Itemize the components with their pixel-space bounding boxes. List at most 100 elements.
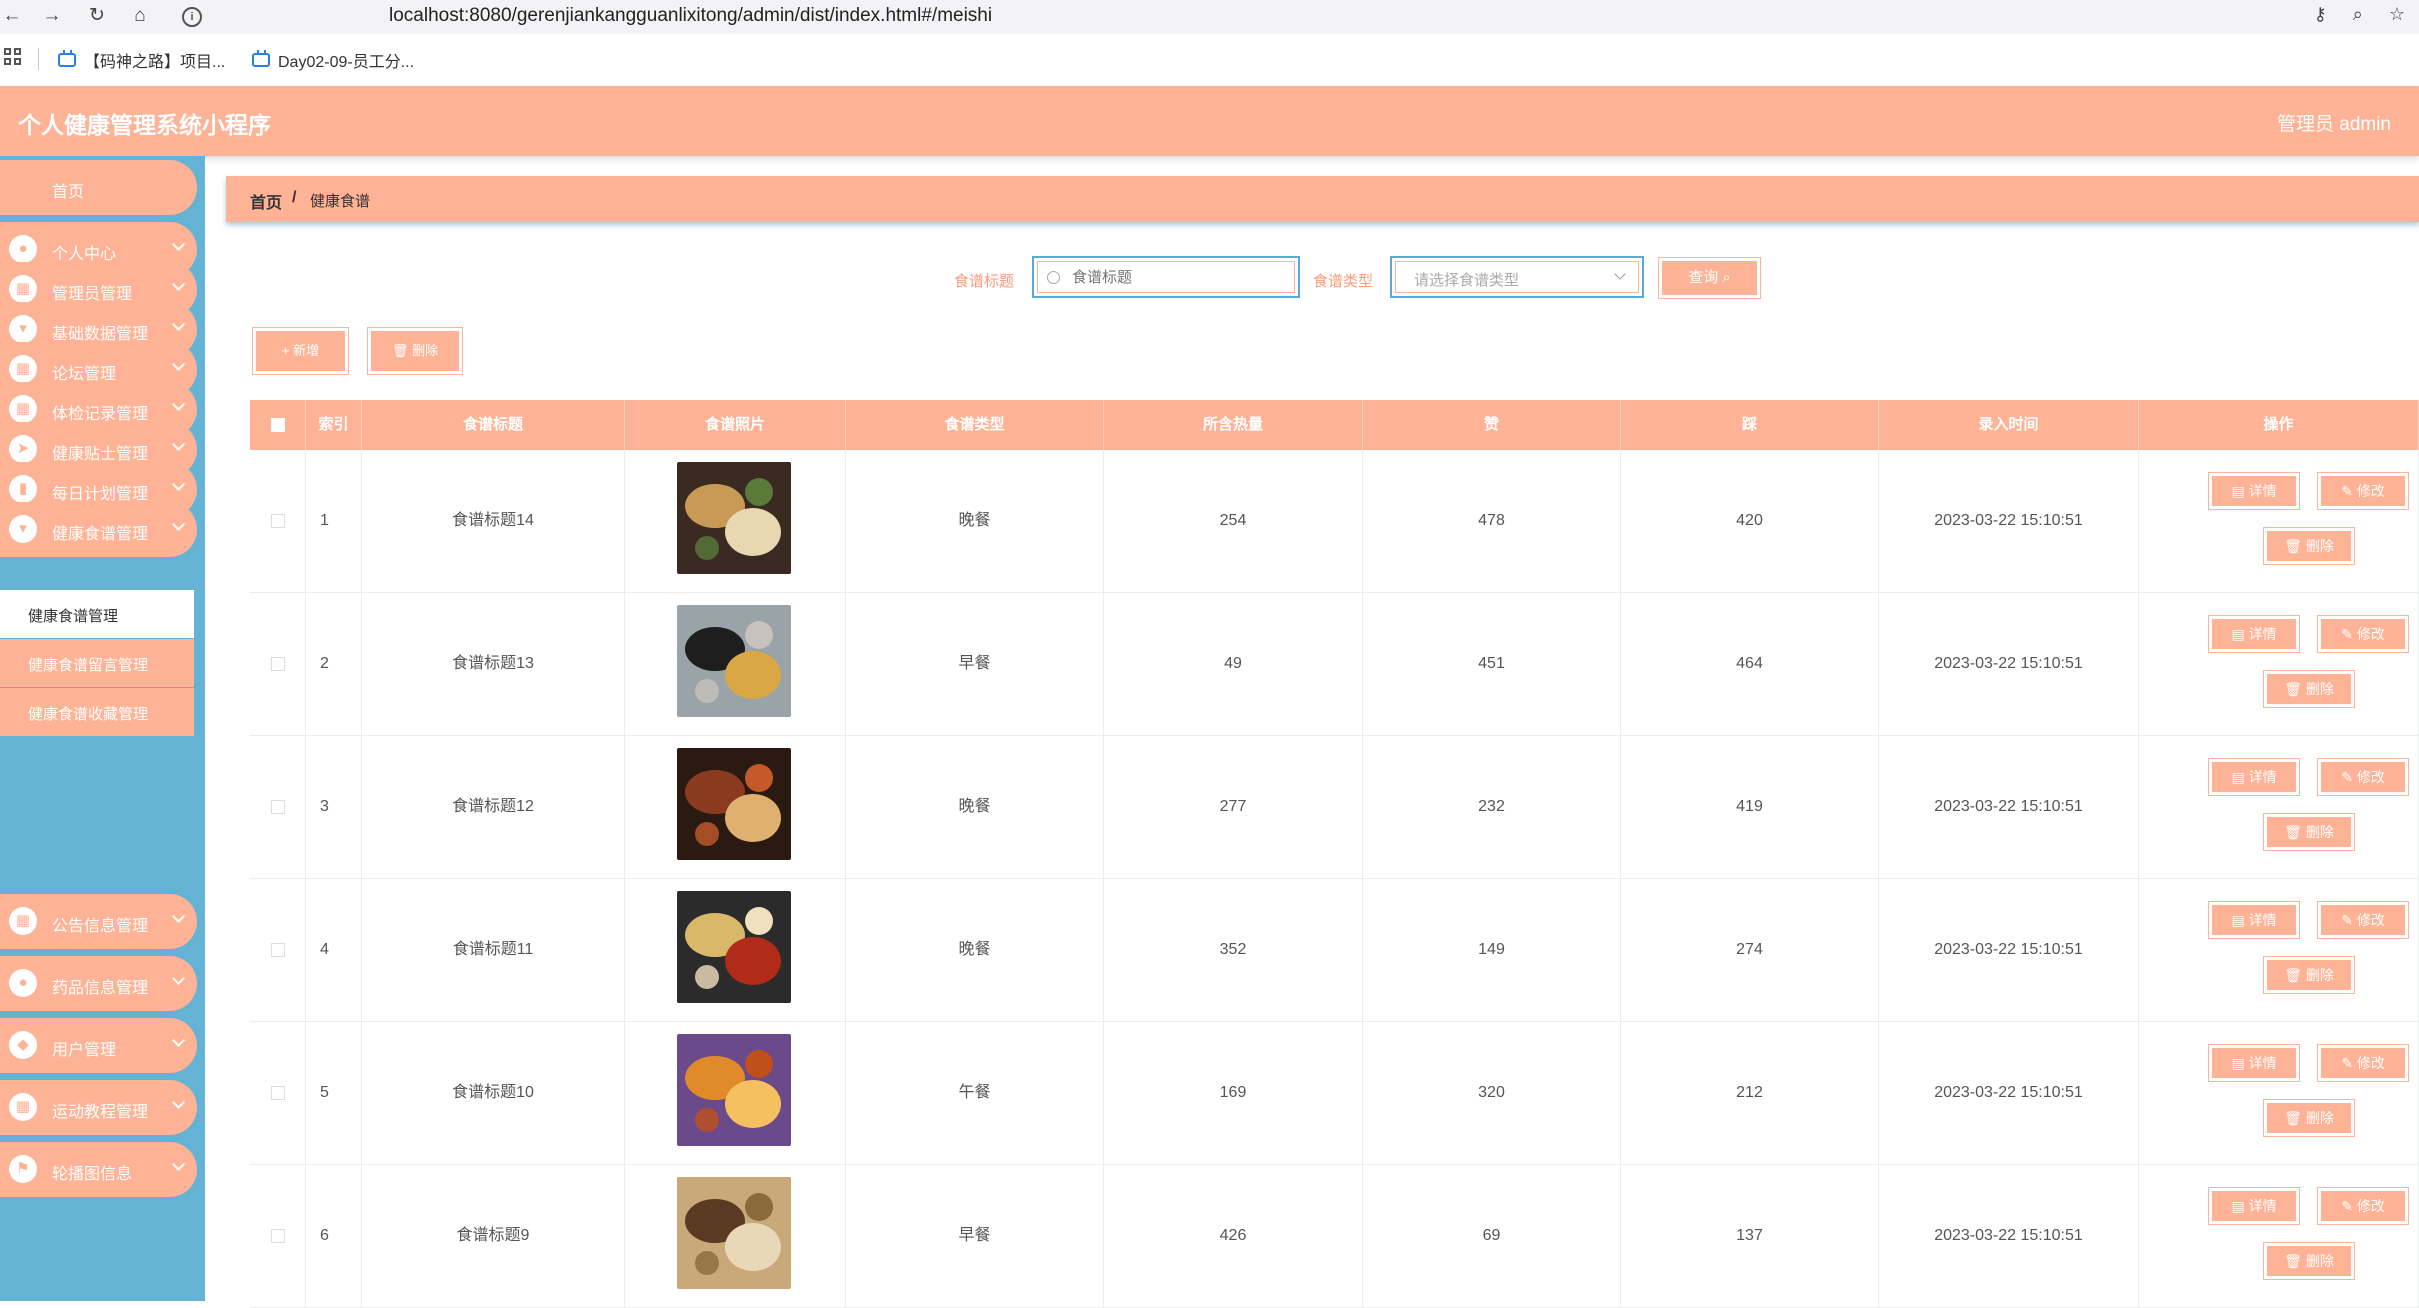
- sidebar-menu-item[interactable]: ⚑ 轮播图信息: [0, 1142, 197, 1197]
- edit-button[interactable]: ✎ 修改: [2317, 1044, 2409, 1082]
- cell-title: 食谱标题9: [362, 1165, 625, 1307]
- menu-glyph: ◆: [17, 1036, 29, 1053]
- user-label[interactable]: 管理员 admin: [2277, 109, 2391, 136]
- sidebar-item-label: 轮播图信息: [52, 1166, 133, 1183]
- sidebar-submenu-item[interactable]: 健康食谱留言管理: [0, 639, 194, 687]
- bookmark-item[interactable]: 【码神之路】项目...: [58, 48, 225, 72]
- row-checkbox[interactable]: [271, 1229, 285, 1243]
- recipe-photo[interactable]: [677, 605, 791, 717]
- detail-label: 详情: [2248, 1055, 2277, 1071]
- cell-time: 2023-03-22 15:10:51: [1879, 593, 2139, 735]
- back-icon[interactable]: ←: [0, 4, 24, 28]
- edit-button[interactable]: ✎ 修改: [2317, 901, 2409, 939]
- row-checkbox[interactable]: [271, 800, 285, 814]
- cell-likes: 451: [1363, 593, 1621, 735]
- breadcrumb-home[interactable]: 首页: [250, 189, 282, 213]
- title-search-field[interactable]: [1032, 256, 1300, 298]
- bookmark-star-icon[interactable]: ☆: [2389, 4, 2405, 25]
- home-icon[interactable]: ⌂: [128, 4, 152, 28]
- batch-delete-button[interactable]: 🗑 删除: [367, 327, 463, 375]
- delete-button[interactable]: 🗑 删除: [2263, 1099, 2355, 1137]
- cell-dislikes: 274: [1621, 879, 1879, 1021]
- password-key-icon[interactable]: ⚷: [2314, 4, 2327, 25]
- sidebar-menu-item[interactable]: ▦ 公告信息管理: [0, 894, 197, 949]
- row-checkbox[interactable]: [271, 1086, 285, 1100]
- query-button[interactable]: 查询 ⌕: [1658, 257, 1761, 299]
- edit-button[interactable]: ✎ 修改: [2317, 472, 2409, 510]
- forward-icon[interactable]: →: [40, 4, 64, 28]
- site-info-icon[interactable]: i: [182, 7, 202, 27]
- column-header[interactable]: 所含热量: [1104, 400, 1363, 450]
- recipe-photo-cell: [625, 450, 846, 592]
- column-header[interactable]: 操作: [2139, 400, 2419, 450]
- operations-cell: ▤ 详情 ✎ 修改 🗑 删除: [2139, 1022, 2419, 1164]
- delete-button[interactable]: 🗑 删除: [2263, 527, 2355, 565]
- row-select-cell: [250, 450, 306, 592]
- apps-grid-icon[interactable]: [4, 48, 22, 66]
- detail-button[interactable]: ▤ 详情: [2208, 758, 2300, 796]
- add-button[interactable]: + 新增: [252, 327, 349, 375]
- calendar-icon: [58, 50, 76, 67]
- cell-dislikes: 464: [1621, 593, 1879, 735]
- column-header[interactable]: 食谱标题: [362, 400, 625, 450]
- cell-dislikes: 420: [1621, 450, 1879, 592]
- person-icon: ●: [9, 969, 37, 997]
- edit-button[interactable]: ✎ 修改: [2317, 758, 2409, 796]
- recipe-photo[interactable]: [677, 891, 791, 1003]
- recipe-photo[interactable]: [677, 748, 791, 860]
- cell-likes: 478: [1363, 450, 1621, 592]
- column-header[interactable]: 食谱照片: [625, 400, 846, 450]
- url-text[interactable]: localhost:8080/gerenjiankangguanlixitong…: [389, 0, 992, 32]
- search-icon: [1047, 271, 1060, 284]
- sidebar-menu-item[interactable]: ◆ 用户管理: [0, 1018, 197, 1073]
- send-icon: ➤: [9, 435, 37, 463]
- bookmark-divider: [38, 48, 39, 70]
- trash-icon: 🗑: [2284, 1110, 2302, 1126]
- column-header[interactable]: 踩: [1621, 400, 1879, 450]
- cell-index: 6: [306, 1165, 362, 1307]
- detail-button[interactable]: ▤ 详情: [2208, 1044, 2300, 1082]
- row-checkbox[interactable]: [271, 657, 285, 671]
- column-header[interactable]: 食谱类型: [846, 400, 1104, 450]
- recipe-photo[interactable]: [677, 462, 791, 574]
- recipe-photo[interactable]: [677, 1034, 791, 1146]
- cell-index: 5: [306, 1022, 362, 1164]
- row-checkbox[interactable]: [271, 514, 285, 528]
- delete-label: 删除: [2305, 681, 2334, 697]
- reload-icon[interactable]: ↻: [85, 4, 109, 28]
- row-select-cell: [250, 1022, 306, 1164]
- sidebar-item-home[interactable]: 首页: [0, 160, 197, 215]
- sidebar-menu-item[interactable]: ● 药品信息管理: [0, 956, 197, 1011]
- edit-button[interactable]: ✎ 修改: [2317, 1187, 2409, 1225]
- type-select-label: 食谱类型: [1313, 273, 1374, 290]
- sidebar-menu-item[interactable]: ▾ 健康食谱管理: [0, 502, 197, 557]
- bookmark-item[interactable]: Day02-09-员工分...: [252, 48, 414, 72]
- row-checkbox[interactable]: [271, 943, 285, 957]
- title-search-input[interactable]: [1070, 262, 1294, 292]
- detail-button[interactable]: ▤ 详情: [2208, 615, 2300, 653]
- cell-dislikes: 419: [1621, 736, 1879, 878]
- chevron-down-icon: [172, 438, 185, 451]
- sidebar-menu-item[interactable]: ▦ 运动教程管理: [0, 1080, 197, 1135]
- recipe-photo[interactable]: [677, 1177, 791, 1289]
- sidebar-item-label: 药品信息管理: [52, 980, 149, 997]
- chevron-down-icon: [172, 518, 185, 531]
- detail-button[interactable]: ▤ 详情: [2208, 1187, 2300, 1225]
- zoom-icon[interactable]: ⌕: [2353, 4, 2363, 25]
- delete-button[interactable]: 🗑 删除: [2263, 1242, 2355, 1280]
- detail-button[interactable]: ▤ 详情: [2208, 472, 2300, 510]
- operations-cell: ▤ 详情 ✎ 修改 🗑 删除: [2139, 1165, 2419, 1307]
- chevron-down-icon: [172, 1034, 185, 1047]
- delete-button[interactable]: 🗑 删除: [2263, 670, 2355, 708]
- detail-button[interactable]: ▤ 详情: [2208, 901, 2300, 939]
- sidebar-submenu-item[interactable]: 健康食谱收藏管理: [0, 688, 194, 736]
- column-header[interactable]: 索引: [306, 400, 362, 450]
- delete-button[interactable]: 🗑 删除: [2263, 813, 2355, 851]
- edit-button[interactable]: ✎ 修改: [2317, 615, 2409, 653]
- column-header[interactable]: 录入时间: [1879, 400, 2139, 450]
- select-all-checkbox[interactable]: [271, 418, 285, 432]
- type-select[interactable]: 请选择食谱类型: [1390, 256, 1644, 298]
- delete-button[interactable]: 🗑 删除: [2263, 956, 2355, 994]
- column-header[interactable]: 赞: [1363, 400, 1621, 450]
- sidebar-submenu-item[interactable]: 健康食谱管理: [0, 590, 194, 638]
